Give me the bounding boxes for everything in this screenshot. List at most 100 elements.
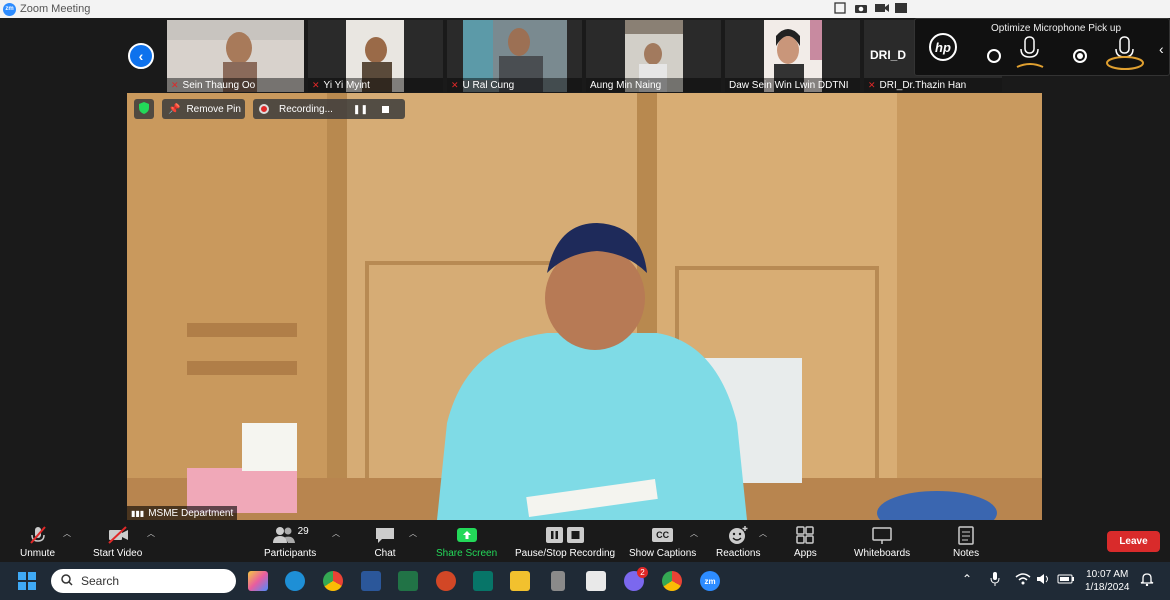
mic-muted-icon: ✕ — [312, 79, 320, 90]
captions-icon: CC — [652, 524, 674, 546]
file-explorer-icon[interactable] — [510, 571, 530, 591]
pause-stop-icon — [545, 524, 585, 546]
battery-icon[interactable] — [1057, 572, 1075, 589]
meeting-toolbar: Unmute ︿ Start Video ︿ 29 Participants ︿… — [0, 520, 1170, 562]
publisher-app-icon[interactable] — [473, 571, 493, 591]
mic-muted-icon: ✕ — [451, 79, 459, 90]
pause-stop-recording-button[interactable]: Pause/Stop Recording — [515, 524, 615, 559]
edge-browser-icon[interactable] — [285, 571, 305, 591]
participant-thumbnail[interactable]: ✕ U Ral Cung — [447, 20, 582, 92]
participant-thumbnail[interactable]: Aung Min Naing — [586, 20, 721, 92]
usb-device-icon[interactable] — [551, 571, 565, 591]
word-app-icon[interactable] — [361, 571, 381, 591]
microphone-tray-icon[interactable] — [990, 572, 1000, 589]
participant-name-label: ✕ DRI_Dr.Thazin Han — [864, 78, 1002, 92]
mic-mode-radio-1[interactable] — [987, 49, 1001, 63]
main-video: 📌 Remove Pin Recording... ❚❚ ▮▮▮ MSME De… — [127, 93, 1042, 520]
camera-icon[interactable] — [854, 1, 868, 15]
stop-recording-icon[interactable] — [382, 105, 390, 113]
apps-button[interactable]: Apps — [794, 524, 817, 559]
chevron-left-icon[interactable]: ‹ — [1159, 41, 1164, 57]
security-icon[interactable] — [834, 1, 848, 15]
zoom-window: { "window": { "title": "Zoom Meeting", "… — [0, 0, 1170, 600]
mic-icon — [1015, 35, 1045, 76]
chevron-up-icon[interactable]: ︿ — [332, 528, 340, 539]
record-dot-icon — [259, 104, 269, 114]
volume-icon[interactable] — [1036, 572, 1052, 589]
whiteboard-icon — [871, 524, 893, 546]
participant-name-label: ✕ U Ral Cung — [447, 78, 582, 92]
mic-muted-icon: ✕ — [171, 79, 179, 90]
hp-popup-title: Optimize Microphone Pick up — [991, 23, 1122, 34]
share-screen-button[interactable]: Share Screen — [436, 524, 497, 559]
zoom-logo-icon: zm — [3, 2, 16, 16]
title-bar: zm Zoom Meeting — [0, 0, 1170, 18]
meeting-area: ‹ ✕ Sein Thaung Oo ✕ Yi Yi Myint ✕ U Ral… — [0, 18, 1170, 520]
excel-app-icon[interactable] — [398, 571, 418, 591]
reactions-button[interactable]: Reactions — [716, 524, 760, 559]
leave-button[interactable]: Leave — [1107, 531, 1160, 552]
search-icon — [61, 573, 73, 589]
powerpoint-app-icon[interactable] — [436, 571, 456, 591]
store-app-icon[interactable] — [586, 571, 606, 591]
system-clock[interactable]: 10:07 AM 1/18/2024 — [1085, 568, 1130, 594]
unmute-button[interactable]: Unmute — [20, 524, 55, 559]
mic-muted-icon: ✕ — [868, 79, 876, 90]
taskbar-search[interactable]: Search — [51, 569, 236, 593]
chevron-up-icon[interactable]: ︿ — [63, 528, 71, 539]
chevron-up-icon[interactable]: ︿ — [147, 528, 155, 539]
shield-icon — [138, 101, 150, 118]
notes-icon — [957, 524, 975, 546]
mic-mode-radio-2[interactable] — [1073, 49, 1087, 63]
window-title: Zoom Meeting — [20, 3, 91, 15]
notes-button[interactable]: Notes — [953, 524, 979, 559]
participants-button[interactable]: 29 Participants — [264, 524, 316, 560]
video-icon[interactable] — [874, 1, 889, 15]
chevron-up-icon[interactable]: ︿ — [759, 528, 767, 539]
reactions-icon — [727, 524, 749, 546]
participants-icon: 29 — [272, 524, 309, 546]
hp-mic-popup: Optimize Microphone Pick up hp ‹ — [914, 18, 1170, 76]
participant-avatar-name: DRI_D — [870, 48, 907, 62]
notification-bell-icon[interactable] — [1140, 572, 1154, 589]
recording-indicator: Recording... ❚❚ — [253, 99, 405, 119]
signal-icon: ▮▮▮ — [131, 508, 145, 518]
prev-page-button[interactable]: ‹ — [128, 43, 154, 69]
wifi-icon[interactable] — [1015, 572, 1031, 589]
hp-logo-icon: hp — [929, 33, 957, 61]
chevron-up-icon[interactable]: ⌃ — [962, 572, 972, 586]
video-name-label: ▮▮▮ MSME Department — [127, 506, 238, 520]
remove-pin-button[interactable]: 📌 Remove Pin — [162, 99, 245, 119]
share-screen-icon — [456, 524, 478, 546]
pin-icon: 📌 — [168, 103, 181, 115]
chevron-up-icon[interactable]: ︿ — [409, 528, 417, 539]
chat-icon — [374, 524, 396, 546]
participant-thumbnail[interactable]: Daw Sein Win Lwin DDTNI — [725, 20, 860, 92]
zoom-app-icon[interactable]: zm — [700, 571, 720, 591]
apps-icon — [795, 524, 815, 546]
mic-muted-icon — [28, 524, 48, 546]
video-off-icon — [106, 524, 130, 546]
show-captions-button[interactable]: CC Show Captions — [629, 524, 696, 559]
notification-badge: 2 — [637, 567, 648, 578]
speaker-video-frame — [127, 93, 1042, 520]
participant-thumbnail[interactable]: ✕ Sein Thaung Oo — [167, 20, 304, 92]
start-video-button[interactable]: Start Video — [93, 524, 142, 559]
pause-recording-icon[interactable]: ❚❚ — [353, 104, 368, 115]
chrome-browser-icon[interactable] — [323, 571, 343, 591]
chrome-profile-icon[interactable] — [662, 571, 682, 591]
mic-wide-icon — [1105, 35, 1145, 76]
participants-count: 29 — [297, 525, 309, 537]
participant-name-label: Daw Sein Win Lwin DDTNI — [725, 78, 860, 92]
chat-button[interactable]: Chat — [374, 524, 396, 559]
shield-badge[interactable] — [134, 99, 154, 119]
view-icon[interactable] — [894, 1, 908, 15]
whiteboards-button[interactable]: Whiteboards — [854, 524, 910, 559]
participant-name-label: Aung Min Naing — [586, 78, 721, 92]
widgets-app-icon[interactable] — [248, 571, 268, 591]
windows-start-icon[interactable] — [18, 572, 36, 595]
participant-name-label: ✕ Yi Yi Myint — [308, 78, 443, 92]
participant-thumbnail[interactable]: ✕ Yi Yi Myint — [308, 20, 443, 92]
participant-name-label: ✕ Sein Thaung Oo — [167, 78, 304, 92]
chevron-up-icon[interactable]: ︿ — [690, 528, 698, 539]
